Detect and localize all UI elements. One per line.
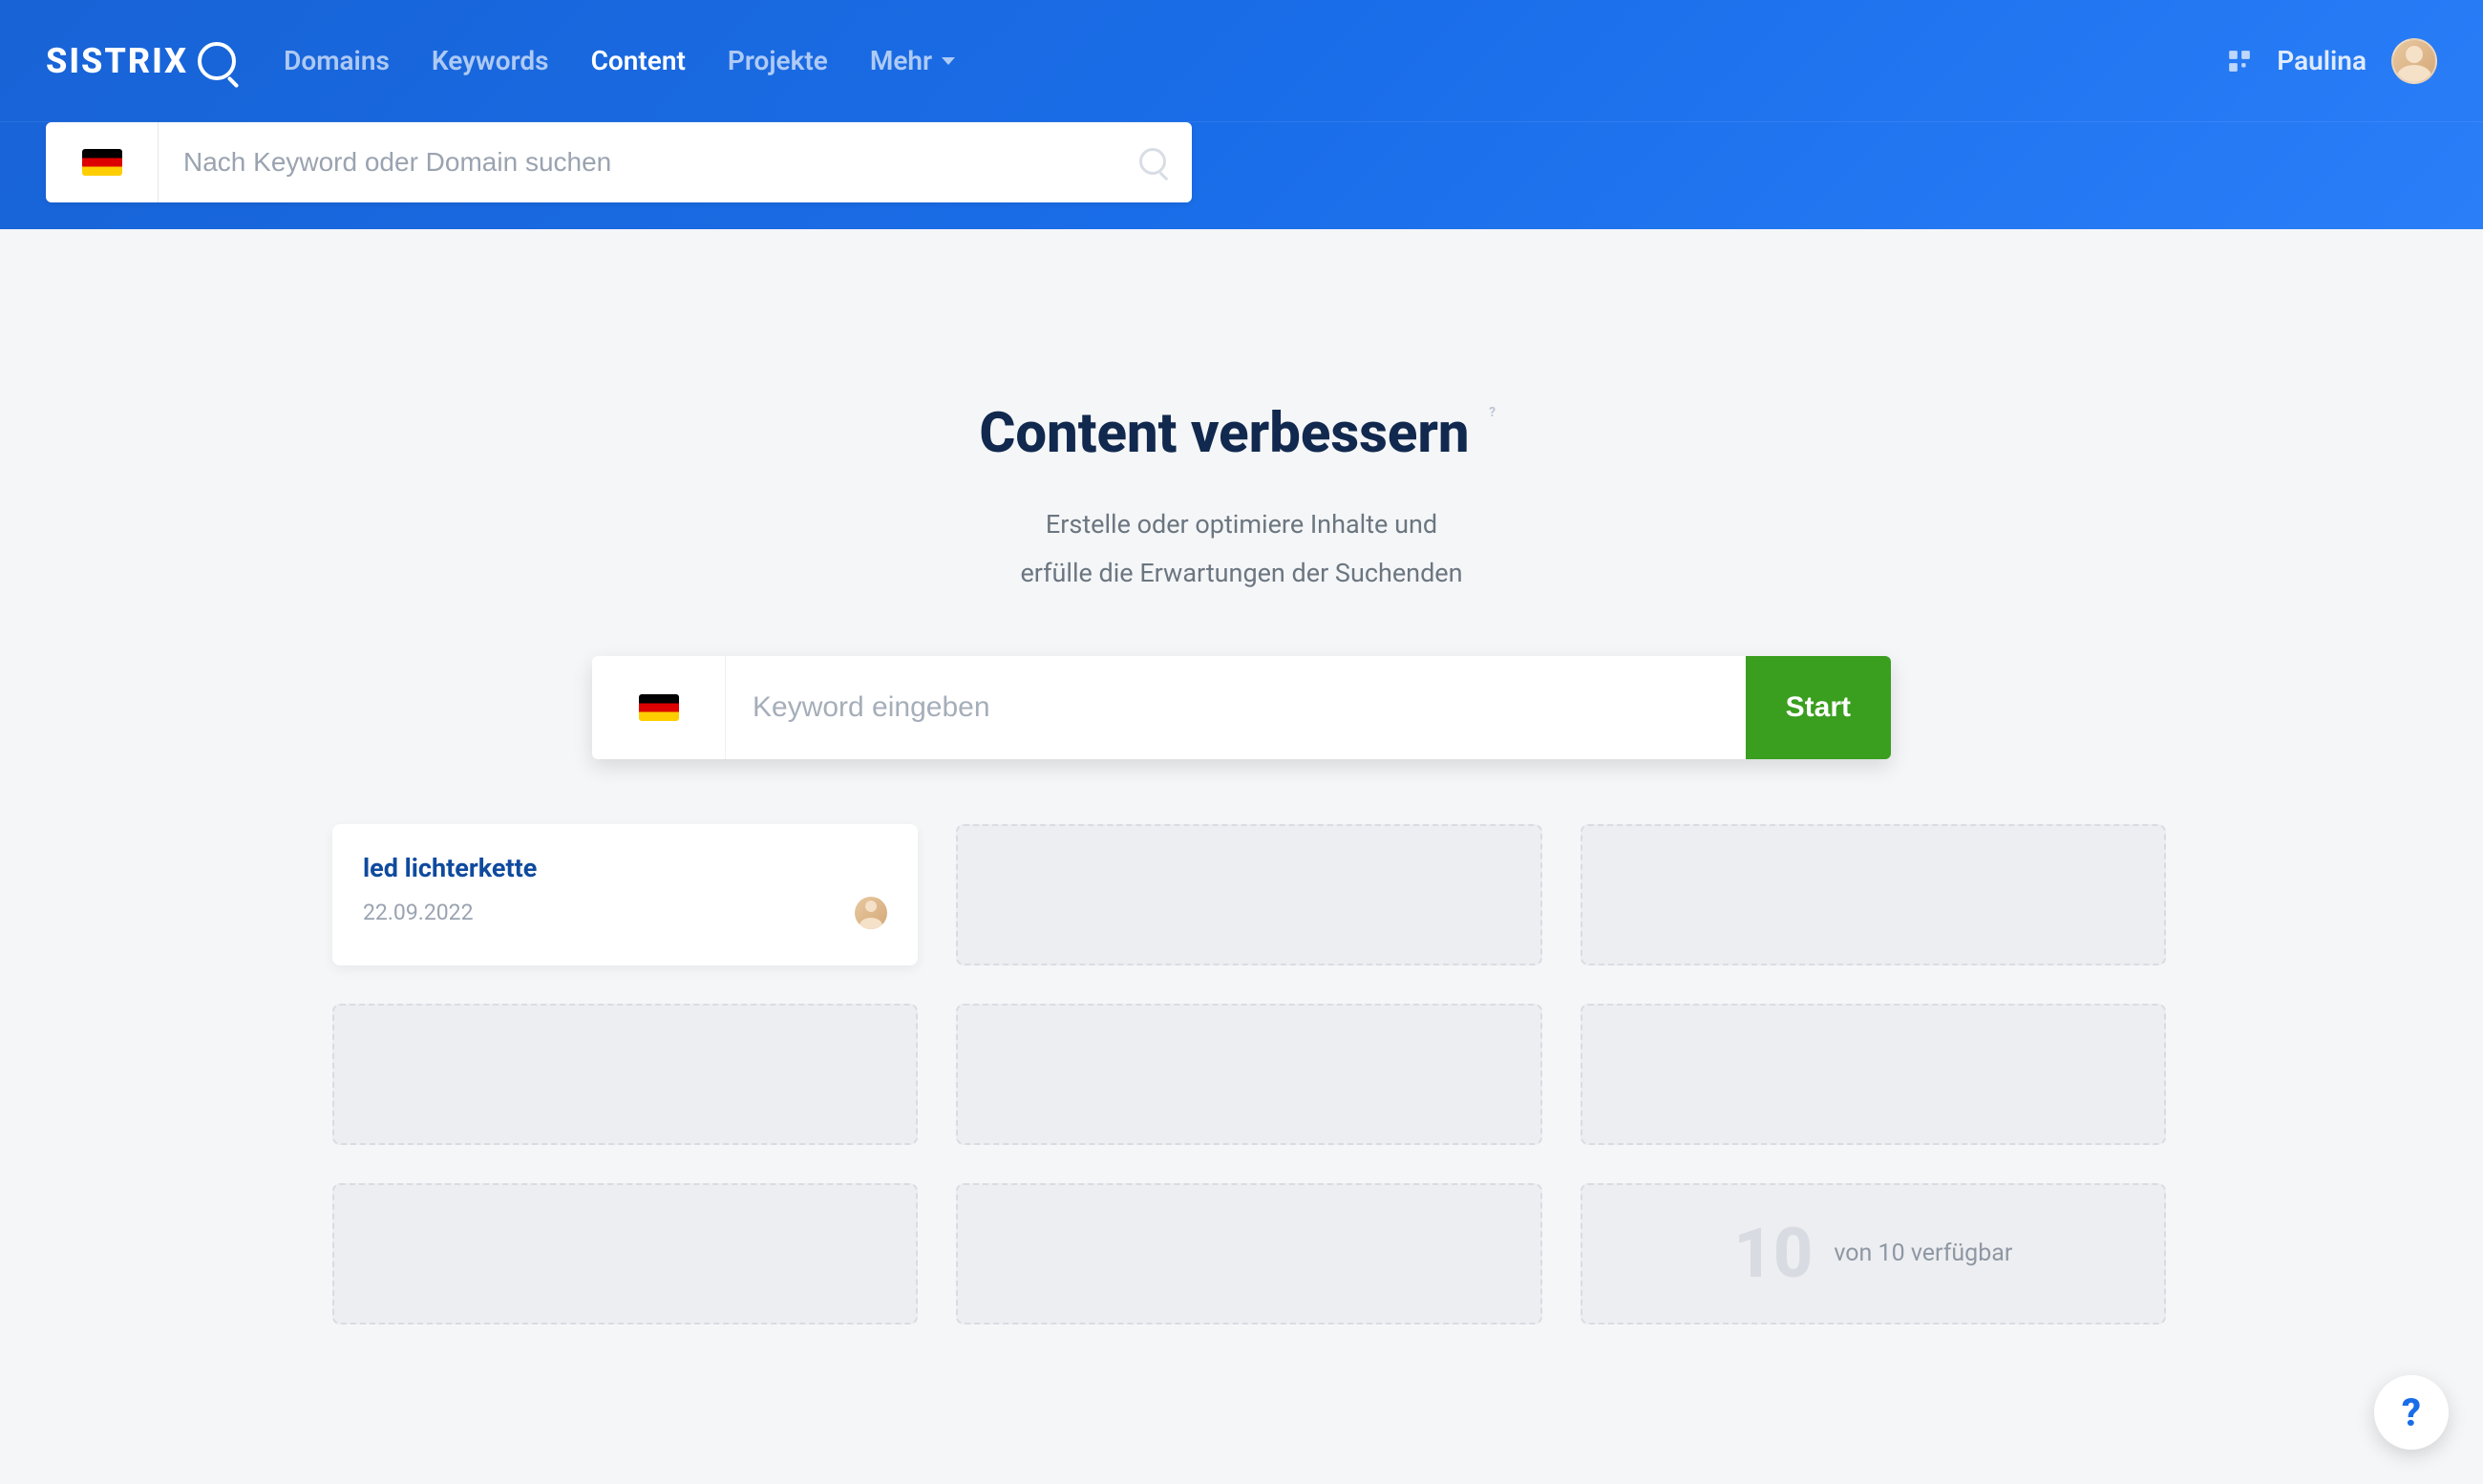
header-search-row: [0, 122, 2483, 229]
start-button[interactable]: Start: [1746, 656, 1891, 759]
hero: Content verbessern ? Erstelle oder optim…: [332, 401, 2151, 759]
chevron-down-icon: [942, 57, 955, 65]
empty-slot: [956, 1004, 1541, 1145]
user-name[interactable]: Paulina: [2277, 45, 2366, 76]
nav-projekte[interactable]: Projekte: [728, 45, 828, 76]
keyword-search: Start: [592, 656, 1891, 759]
question-mark-icon: ?: [2402, 1390, 2421, 1435]
flag-de-icon: [82, 149, 122, 176]
empty-slot: [956, 1183, 1541, 1325]
author-avatar: [855, 897, 887, 929]
empty-slot: [956, 824, 1541, 965]
help-fab[interactable]: ?: [2374, 1375, 2449, 1450]
app-header: SISTRIX Domains Keywords Content Projekt…: [0, 0, 2483, 229]
avatar[interactable]: [2391, 38, 2437, 84]
keyword-input[interactable]: [726, 656, 1746, 759]
main-nav: Domains Keywords Content Projekte Mehr: [284, 45, 955, 76]
nav-label: Domains: [284, 45, 390, 76]
empty-slot: [1581, 1004, 2166, 1145]
magnifier-icon: [198, 42, 236, 80]
logo[interactable]: SISTRIX: [46, 41, 236, 81]
main-content: Content verbessern ? Erstelle oder optim…: [286, 229, 2196, 1382]
nav-mehr[interactable]: Mehr: [870, 45, 955, 76]
nav-label: Projekte: [728, 45, 828, 76]
availability-text: von 10 verfügbar: [1834, 1240, 2012, 1267]
empty-slot: [332, 1004, 918, 1145]
empty-slot: [332, 1183, 918, 1325]
subtitle-line: erfülle die Erwartungen der Suchenden: [332, 549, 2151, 598]
keyword-country-selector[interactable]: [592, 656, 726, 759]
page-title: Content verbessern: [979, 401, 1469, 466]
nav-keywords[interactable]: Keywords: [432, 45, 549, 76]
nav-domains[interactable]: Domains: [284, 45, 390, 76]
header-top: SISTRIX Domains Keywords Content Projekt…: [0, 0, 2483, 122]
card-title: led lichterkette: [363, 853, 887, 883]
header-right: Paulina: [2227, 38, 2437, 84]
search-input[interactable]: [159, 122, 1115, 202]
content-card[interactable]: led lichterkette 22.09.2022: [332, 824, 918, 965]
nav-label: Content: [591, 45, 686, 76]
nav-content[interactable]: Content: [591, 45, 686, 76]
recent-grid: led lichterkette 22.09.2022 10 von 10 ve…: [332, 824, 2166, 1325]
flag-de-icon: [639, 694, 679, 721]
page-subtitle: Erstelle oder optimiere Inhalte und erfü…: [332, 500, 2151, 599]
global-search: [46, 122, 1192, 202]
page-title-wrap: Content verbessern ?: [979, 401, 1503, 466]
search-button[interactable]: [1115, 122, 1192, 202]
nav-label: Keywords: [432, 45, 549, 76]
logo-text: SISTRIX: [46, 41, 188, 81]
empty-slot: [1581, 824, 2166, 965]
availability-slot: 10 von 10 verfügbar: [1581, 1183, 2166, 1325]
search-icon: [1139, 148, 1168, 177]
card-meta: 22.09.2022: [363, 897, 887, 929]
subtitle-line: Erstelle oder optimiere Inhalte und: [332, 500, 2151, 549]
help-icon[interactable]: ?: [1481, 405, 1504, 428]
nav-label: Mehr: [870, 45, 932, 76]
apps-grid-icon[interactable]: [2227, 49, 2252, 74]
country-selector[interactable]: [46, 122, 159, 202]
card-date: 22.09.2022: [363, 900, 474, 925]
remaining-count: 10: [1733, 1213, 1813, 1294]
